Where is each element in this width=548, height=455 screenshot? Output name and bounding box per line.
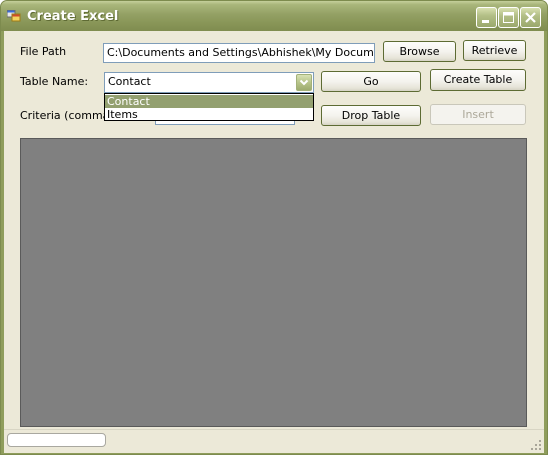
resize-grip-icon[interactable] — [530, 439, 542, 451]
retrieve-button[interactable]: Retrieve — [463, 40, 526, 61]
table-name-label: Table Name: — [20, 75, 89, 88]
combobox-dropdown-button[interactable] — [296, 74, 312, 91]
drop-table-button[interactable]: Drop Table — [321, 105, 421, 126]
minimize-button[interactable] — [476, 7, 497, 28]
windows-form-icon — [7, 10, 21, 22]
file-path-input[interactable]: C:\Documents and Settings\Abhishek\My Do… — [103, 43, 375, 63]
dropdown-option-contact[interactable]: Contact — [105, 95, 313, 108]
data-grid-view[interactable] — [20, 138, 527, 427]
window-title: Create Excel — [27, 9, 119, 24]
maximize-icon — [503, 12, 514, 23]
insert-button[interactable]: Insert — [430, 104, 526, 125]
title-bar[interactable]: Create Excel — [1, 1, 547, 31]
table-name-selected-value: Contact — [108, 75, 151, 88]
create-excel-window: Create Excel File Path C:\Documents and … — [0, 0, 548, 455]
chevron-down-icon — [299, 79, 309, 86]
dropdown-option-items[interactable]: Items — [105, 108, 313, 121]
table-name-dropdown-list[interactable]: Contact Items — [104, 93, 314, 121]
browse-button[interactable]: Browse — [383, 41, 456, 62]
go-button[interactable]: Go — [321, 71, 421, 92]
form-client-area: File Path C:\Documents and Settings\Abhi… — [4, 31, 544, 453]
close-button[interactable] — [520, 7, 541, 28]
minimize-icon — [482, 20, 489, 23]
status-bar — [4, 429, 544, 453]
status-bar-panel — [7, 433, 106, 447]
close-icon — [525, 12, 536, 23]
maximize-button[interactable] — [498, 7, 519, 28]
file-path-label: File Path — [20, 45, 67, 58]
table-name-combobox[interactable]: Contact — [104, 72, 314, 93]
create-table-button[interactable]: Create Table — [430, 69, 526, 91]
